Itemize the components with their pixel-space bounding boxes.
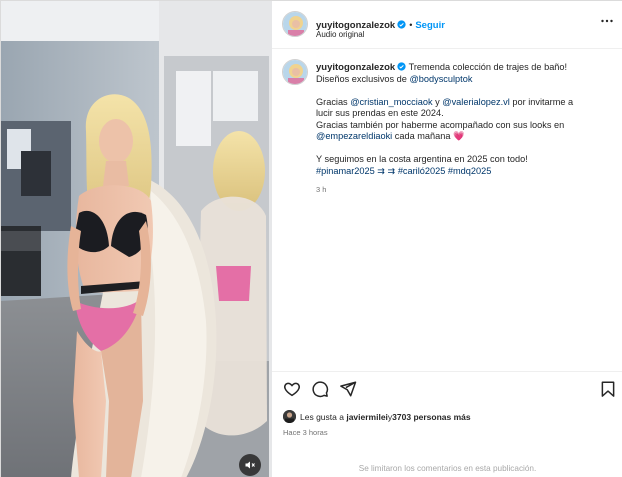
speaker-muted-icon xyxy=(245,461,255,469)
post-actions: Les gusta a javiermilei y 3703 personas … xyxy=(272,371,622,477)
caption-text: yuyitogonzalezok Tremenda colección de t… xyxy=(316,62,616,196)
post-media-video[interactable] xyxy=(1,1,272,477)
caption-text-segment: lucir sus prendas en este 2024. xyxy=(316,108,444,118)
mute-button[interactable] xyxy=(239,454,261,476)
mention-link[interactable]: @valerialopez.vl xyxy=(442,97,510,107)
caption-timestamp: 3 h xyxy=(316,185,327,194)
avatar[interactable] xyxy=(282,11,308,37)
mention-link[interactable]: @empezareldiaoki xyxy=(316,131,392,141)
audio-label[interactable]: Audio original xyxy=(316,30,364,39)
post-header: yuyitogonzalezok • Seguir Audio original xyxy=(272,1,622,49)
post-details-panel: yuyitogonzalezok •Seguir Audio original xyxy=(272,1,622,477)
caption-line-2: Diseños exclusivos de xyxy=(316,73,410,84)
caption-text-segment: y xyxy=(432,96,443,107)
hashtag-link[interactable]: #pinamar2025 xyxy=(316,166,375,176)
post-caption: yuyitogonzalezok Tremenda colección de t… xyxy=(272,49,622,371)
comment-icon[interactable] xyxy=(311,380,329,398)
caption-text-segment: Gracias también por haberme acompañado c… xyxy=(316,119,565,130)
bookmark-icon[interactable] xyxy=(599,380,617,398)
avatar[interactable] xyxy=(282,59,308,85)
caption-username[interactable]: yuyitogonzalezok xyxy=(316,62,395,73)
likes-user-link[interactable]: javiermilei xyxy=(346,412,388,422)
verified-badge-icon xyxy=(397,62,406,71)
caption-text-segment: Y seguimos en la costa argentina en 2025… xyxy=(316,154,528,164)
avatar xyxy=(283,410,296,423)
post-time-ago[interactable]: Hace 3 horas xyxy=(283,428,328,437)
arrows-emoji: ⇉ ⇉ xyxy=(374,165,398,176)
separator-dot: • xyxy=(409,20,413,30)
caption-line-1: Tremenda colección de trajes de baño! xyxy=(408,62,568,72)
likes-count-link[interactable]: 3703 personas más xyxy=(392,412,470,422)
likes-summary[interactable]: Les gusta a javiermilei y 3703 personas … xyxy=(283,410,471,423)
follow-button[interactable]: Seguir xyxy=(415,20,445,31)
caption-text-segment: por invitarme a xyxy=(509,96,574,107)
comments-disabled-notice: Se limitaron los comentarios en esta pub… xyxy=(358,464,537,473)
hashtag-link[interactable]: #cariló2025 xyxy=(398,166,446,176)
mention-link[interactable]: @cristian_mocciaok xyxy=(350,97,432,107)
share-icon[interactable] xyxy=(339,380,357,398)
instagram-post: yuyitogonzalezok •Seguir Audio original xyxy=(0,0,622,477)
heart-icon[interactable] xyxy=(283,380,301,398)
mention-link[interactable]: @bodysculptok xyxy=(409,74,472,84)
verified-badge-icon xyxy=(397,20,406,29)
hashtag-link[interactable]: #mdq2025 xyxy=(448,166,491,176)
caption-text-segment: Gracias xyxy=(316,96,351,107)
post-video-frame xyxy=(1,1,272,477)
likes-prefix: Les gusta a xyxy=(300,411,344,422)
more-horizontal-icon[interactable] xyxy=(601,19,613,23)
caption-text-segment: cada mañana 💗 xyxy=(392,131,465,141)
